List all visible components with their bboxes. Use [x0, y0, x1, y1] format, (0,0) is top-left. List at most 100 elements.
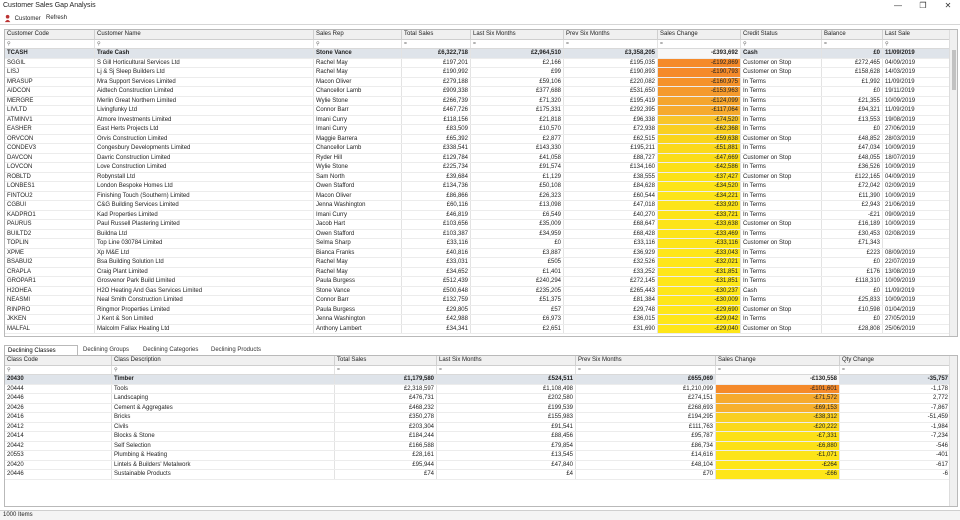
- tab-declining-products[interactable]: Declining Products: [208, 345, 274, 355]
- grid-cell: In Terms: [741, 258, 822, 267]
- refresh-button[interactable]: Refresh: [46, 14, 67, 23]
- grid-cell: £175,331: [471, 106, 564, 115]
- main-grid-row[interactable]: EASHER East Herts Projects Ltd Imani Curry…: [5, 125, 951, 135]
- filter-cell[interactable]: ⚲: [741, 39, 822, 48]
- class-grid-row[interactable]: 20426 Cement & Aggregates £468,232 £199,539…: [5, 403, 951, 413]
- main-grid-column-header[interactable]: Balance: [822, 30, 883, 39]
- grid-cell: 10/09/2019: [883, 144, 951, 153]
- filter-cell[interactable]: ⚲: [95, 39, 314, 48]
- grid-cell: -6: [840, 470, 951, 479]
- filter-cell[interactable]: ⚲: [5, 39, 95, 48]
- class-grid-column-header[interactable]: Last Six Months: [437, 356, 576, 365]
- grid-cell: -£69,153: [716, 403, 840, 412]
- main-grid-row[interactable]: ORVCON Orvis Construction Limited Maggie B…: [5, 134, 951, 144]
- main-grid-row[interactable]: BSABUI2 Bsa Building Solution Ltd Rachel M…: [5, 258, 951, 268]
- class-grid-column-header[interactable]: Class Description: [112, 356, 335, 365]
- grid-cell: JKKEN: [5, 315, 95, 324]
- class-grid-row[interactable]: 20412 Civils £203,304 £91,541 £111,763 -£20,2…: [5, 422, 951, 432]
- vertical-scrollbar[interactable]: [949, 356, 957, 506]
- grid-cell: £72,938: [564, 125, 658, 134]
- main-grid-row[interactable]: LONBES1 London Bespoke Homes Ltd Owen Staf…: [5, 182, 951, 192]
- main-grid-row[interactable]: MERGRE Merlin Great Northern Limited Wylie…: [5, 96, 951, 106]
- grid-cell: Finishing Touch (Southern) Limited: [95, 191, 314, 200]
- main-grid-row[interactable]: FINTOU2 Finishing Touch (Southern) Limite…: [5, 191, 951, 201]
- main-grid-column-header[interactable]: Customer Name: [95, 30, 314, 39]
- main-grid-row[interactable]: NEASMI Neal Smith Construction Limited Con…: [5, 296, 951, 306]
- class-grid-row[interactable]: 20446 Landscaping £476,731 £202,580 £274,151…: [5, 394, 951, 404]
- filter-cell[interactable]: =: [658, 39, 741, 48]
- main-grid-row[interactable]: CRAPLA Craig Plant Limited Rachel May £34,6…: [5, 267, 951, 277]
- main-grid-row[interactable]: H2OHEA H2O Heating And Gas Services Limit…: [5, 286, 951, 296]
- tab-declining-categories[interactable]: Declining Categories: [140, 345, 206, 355]
- main-grid-row[interactable]: CGBUI C&G Building Services Limited Jenna …: [5, 201, 951, 211]
- tab-declining-classes[interactable]: Declining Classes: [4, 345, 78, 355]
- main-grid-row[interactable]: ATMINV1 Atmore Investments Limited Imani C…: [5, 115, 951, 125]
- filter-cell[interactable]: =: [716, 365, 840, 374]
- class-grid-row[interactable]: 20414 Blocks & Stone £184,244 £88,456 £95,78…: [5, 432, 951, 442]
- grid-cell: Jenna Washington: [314, 315, 402, 324]
- main-grid-row[interactable]: LISJ Lj & Sj Sleep Builders Ltd Rachel May…: [5, 68, 951, 78]
- filter-cell[interactable]: =: [402, 39, 471, 48]
- main-grid-column-header[interactable]: Last Sale: [883, 30, 951, 39]
- main-grid-column-header[interactable]: Last Six Months: [471, 30, 564, 39]
- main-grid-row[interactable]: MRASUP Mra Support Services Limited Macon …: [5, 77, 951, 87]
- main-grid-row[interactable]: RINPRO Ringmor Properties Limited Paula Bu…: [5, 305, 951, 315]
- tab-declining-groups[interactable]: Declining Groups: [80, 345, 138, 355]
- customer-button[interactable]: Customer: [4, 14, 41, 23]
- class-grid-row[interactable]: 20416 Bricks £350,278 £155,983 £194,295 -£38,…: [5, 413, 951, 423]
- main-grid-row[interactable]: SGGIL S Gill Horticultural Services Ltd Ra…: [5, 58, 951, 68]
- main-grid-row[interactable]: TCASH Trade Cash Stone Vance £6,322,718 £2,9…: [5, 49, 951, 59]
- class-grid-row[interactable]: 20420 Lintels & Builders' Metalwork £95,94…: [5, 460, 951, 470]
- main-grid-row[interactable]: CONDEV3 Congesbury Developments Limited Ch…: [5, 144, 951, 154]
- main-grid-row[interactable]: LOVCON Love Construction Limited Wylie Sto…: [5, 163, 951, 173]
- minimize-button[interactable]: —: [886, 0, 910, 12]
- close-button[interactable]: ✕: [936, 0, 960, 12]
- vertical-scrollbar[interactable]: [949, 30, 957, 336]
- main-grid-row[interactable]: GROPAR1 Grosvenor Park Build Limited Paula…: [5, 277, 951, 287]
- filter-cell[interactable]: =: [437, 365, 576, 374]
- main-grid-row[interactable]: KADPRO1 Kad Properties Limited Imani Curry…: [5, 210, 951, 220]
- main-grid-column-header[interactable]: Credit Status: [741, 30, 822, 39]
- class-grid-row[interactable]: 20446 Sustainable Products £74 £4 £70 -£66 -6: [5, 470, 951, 480]
- class-grid-column-header[interactable]: Class Code: [5, 356, 112, 365]
- main-grid-row[interactable]: MALFAL Malcolm Fallax Heating Ltd Anthony …: [5, 324, 951, 334]
- main-grid-row[interactable]: PAURUS Paul Russell Plastering Limited Jac…: [5, 220, 951, 230]
- main-grid-column-header[interactable]: Prev Six Months: [564, 30, 658, 39]
- class-grid-column-header[interactable]: Total Sales: [335, 356, 437, 365]
- main-grid-row[interactable]: DAVCON Davric Construction Limited Ryder H…: [5, 153, 951, 163]
- filter-cell[interactable]: =: [822, 39, 883, 48]
- main-grid-row[interactable]: BUILTD2 Buildna Ltd Owen Stafford £103,387 £…: [5, 229, 951, 239]
- filter-cell[interactable]: =: [335, 365, 437, 374]
- class-grid-column-header[interactable]: Sales Change: [716, 356, 840, 365]
- class-grid-row[interactable]: 20442 Self Selection £166,588 £79,854 £86,73…: [5, 441, 951, 451]
- main-grid-row[interactable]: AIDCON Aidtech Construction Limited Chance…: [5, 87, 951, 97]
- main-grid-row[interactable]: ROBLTD Robynstall Ltd Sam North £39,684 £1,1…: [5, 172, 951, 182]
- class-grid-column-header[interactable]: Qty Change: [840, 356, 951, 365]
- class-grid-row[interactable]: 20430 Timber £1,179,580 £524,511 £655,069 -£1…: [5, 375, 951, 385]
- class-grid-column-header[interactable]: Prev Six Months: [576, 356, 716, 365]
- filter-cell[interactable]: ⚲: [314, 39, 402, 48]
- filter-cell[interactable]: =: [564, 39, 658, 48]
- grid-cell: £46,819: [402, 210, 471, 219]
- main-grid-column-header[interactable]: Customer Code: [5, 30, 95, 39]
- main-grid-row[interactable]: XPME Xp M&E Ltd Bianca Franks £40,816 £3,887…: [5, 248, 951, 258]
- class-grid-row[interactable]: 20444 Tools £2,318,597 £1,108,498 £1,210,099…: [5, 384, 951, 394]
- scrollbar-thumb[interactable]: [952, 50, 956, 90]
- main-grid-column-header[interactable]: Sales Change: [658, 30, 741, 39]
- filter-cell[interactable]: =: [576, 365, 716, 374]
- main-grid-row[interactable]: LIVLTD Livingfunky Ltd Connor Barr £467,726…: [5, 106, 951, 116]
- filter-cell[interactable]: ⚲: [112, 365, 335, 374]
- filter-cell[interactable]: ⚲: [5, 365, 112, 374]
- filter-cell[interactable]: =: [471, 39, 564, 48]
- main-grid-column-header[interactable]: Sales Rep: [314, 30, 402, 39]
- main-grid-row[interactable]: TOPLIN Top Line 030784 Limited Selma Sharp…: [5, 239, 951, 249]
- filter-icon: =: [566, 40, 569, 47]
- main-grid-column-header[interactable]: Total Sales: [402, 30, 471, 39]
- maximize-button[interactable]: ❐: [911, 0, 935, 12]
- main-grid-row[interactable]: JKKEN J Kent & Son Limited Jenna Washingto…: [5, 315, 951, 325]
- filter-cell[interactable]: =: [840, 365, 951, 374]
- grid-cell: CRAPLA: [5, 267, 95, 276]
- class-grid-row[interactable]: 20553 Plumbing & Heating £28,161 £13,545 £14…: [5, 451, 951, 461]
- filter-cell[interactable]: ⚲: [883, 39, 951, 48]
- grid-cell: £184,244: [335, 432, 437, 441]
